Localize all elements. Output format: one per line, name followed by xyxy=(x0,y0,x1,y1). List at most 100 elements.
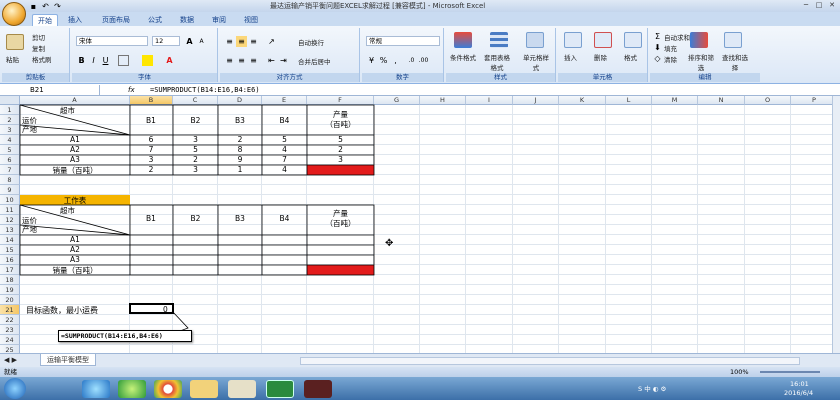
tab-insert[interactable]: 插入 xyxy=(64,14,86,26)
font-name-select[interactable]: 宋体 xyxy=(76,36,148,46)
shrink-font-icon[interactable]: A xyxy=(196,36,207,47)
office-button[interactable] xyxy=(2,2,26,26)
editing-group: Σ 自动求和 ⬇ 填充 ◇ 清除 排序和筛选 查找和选择 编辑 xyxy=(650,28,760,82)
borders-icon[interactable] xyxy=(118,55,129,66)
delete-cells-icon[interactable] xyxy=(594,32,612,48)
vertical-scrollbar[interactable] xyxy=(832,96,840,353)
align-top-icon[interactable]: ≡ xyxy=(224,36,235,47)
increase-indent-icon[interactable]: ⇥ xyxy=(278,55,289,66)
find-select-icon[interactable] xyxy=(724,32,742,48)
undo-icon[interactable]: ↶ xyxy=(40,1,51,12)
fill-color-icon[interactable] xyxy=(142,55,153,66)
explorer-taskbar-icon[interactable] xyxy=(228,380,256,398)
comma-icon[interactable]: , xyxy=(390,55,401,66)
minimize-button[interactable]: ─ xyxy=(800,1,812,10)
zoom-level[interactable]: 100% xyxy=(730,367,749,377)
find-select-button[interactable]: 查找和选择 xyxy=(720,52,750,72)
underline-button[interactable]: U xyxy=(100,55,111,66)
zoom-slider[interactable] xyxy=(760,371,820,373)
tab-page-layout[interactable]: 页面布局 xyxy=(96,14,136,26)
fill-icon[interactable]: ⬇ xyxy=(652,42,663,53)
align-bottom-icon[interactable]: ≡ xyxy=(248,36,259,47)
font-group: 宋体 12 A A B I U A 字体 xyxy=(72,28,218,82)
tab-data[interactable]: 数据 xyxy=(176,14,198,26)
styles-group: 条件格式 套用表格格式 单元格样式 样式 xyxy=(446,28,556,82)
delete-cells-button[interactable]: 删除 xyxy=(594,52,607,62)
insert-cells-icon[interactable] xyxy=(564,32,582,48)
status-ready: 就绪 xyxy=(4,368,17,376)
merge-center-button[interactable]: 合并后居中 xyxy=(298,56,331,66)
tab-home[interactable]: 开始 xyxy=(32,14,58,26)
cut-button[interactable]: 剪切 xyxy=(32,32,45,42)
recorder-taskbar-icon[interactable] xyxy=(304,380,332,398)
folder-taskbar-icon[interactable] xyxy=(190,380,218,398)
clock-date: 2016/6/4 xyxy=(784,389,814,397)
cell-styles-button[interactable]: 单元格样式 xyxy=(520,52,552,72)
save-icon[interactable]: ▪ xyxy=(28,1,39,12)
align-left-icon[interactable]: ≡ xyxy=(224,55,235,66)
table-format-icon[interactable] xyxy=(490,32,508,48)
paste-icon[interactable] xyxy=(6,34,24,50)
currency-icon[interactable]: ¥ xyxy=(366,55,377,66)
tab-view[interactable]: 视图 xyxy=(240,14,262,26)
close-button[interactable]: ✕ xyxy=(826,1,838,10)
conditional-format-button[interactable]: 条件格式 xyxy=(450,52,476,62)
clear-icon[interactable]: ◇ xyxy=(652,53,663,64)
fill-button[interactable]: 填充 xyxy=(664,43,677,53)
conditional-format-icon[interactable] xyxy=(454,32,472,48)
number-group: 常规 ¥ % , .0 .00 数字 xyxy=(362,28,444,82)
format-cells-button[interactable]: 格式 xyxy=(624,52,637,62)
insert-cells-button[interactable]: 插入 xyxy=(564,52,577,62)
formula-input[interactable]: =SUMPRODUCT(B14:E16,B4:E6) xyxy=(150,85,260,96)
paste-button[interactable]: 粘贴 xyxy=(6,54,19,64)
sheet-tab-transport-model[interactable]: 运输平衡模型 xyxy=(40,354,96,366)
font-size-select[interactable]: 12 xyxy=(152,36,180,46)
copy-button[interactable]: 复制 xyxy=(32,43,45,53)
font-color-icon[interactable]: A xyxy=(164,55,175,66)
cursor-icon: ✥ xyxy=(385,238,394,249)
autosum-button[interactable]: 自动求和 xyxy=(664,32,690,42)
start-button[interactable] xyxy=(4,378,26,399)
cells-group: 插入 删除 格式 单元格 xyxy=(558,28,648,82)
autosum-icon[interactable]: Σ xyxy=(652,31,663,42)
bold-button[interactable]: B xyxy=(76,55,87,66)
ie-taskbar-icon[interactable] xyxy=(82,380,110,398)
tab-formulas[interactable]: 公式 xyxy=(144,14,166,26)
percent-icon[interactable]: % xyxy=(378,55,389,66)
format-painter-button[interactable]: 格式刷 xyxy=(32,54,52,64)
decrease-decimal-icon[interactable]: .00 xyxy=(418,55,429,66)
italic-button[interactable]: I xyxy=(88,55,99,66)
browser-taskbar-icon[interactable] xyxy=(118,380,146,398)
number-format-select[interactable]: 常规 xyxy=(366,36,440,46)
chrome-taskbar-icon[interactable] xyxy=(154,380,182,398)
table-format-button[interactable]: 套用表格格式 xyxy=(482,52,512,72)
editing-group-label: 编辑 xyxy=(650,73,760,82)
tab-review[interactable]: 审阅 xyxy=(208,14,230,26)
increase-decimal-icon[interactable]: .0 xyxy=(406,55,417,66)
maximize-button[interactable]: □ xyxy=(813,1,825,10)
grow-font-icon[interactable]: A xyxy=(184,36,195,47)
align-right-icon[interactable]: ≡ xyxy=(248,55,259,66)
wrap-text-button[interactable]: 自动换行 xyxy=(298,37,324,47)
orientation-icon[interactable]: ↗ xyxy=(266,36,277,47)
worksheet-grid[interactable]: ABCDEFGHIJKLMNOP 1 2 3 4 5 6 7 8 9 10 11 12 13 14 15 16… xyxy=(0,96,832,353)
sort-filter-button[interactable]: 排序和筛选 xyxy=(686,52,716,72)
sheet-nav-icon[interactable]: ◀ ▶ xyxy=(4,356,17,364)
sort-filter-icon[interactable] xyxy=(690,32,708,48)
ribbon-tabs: 开始 插入 页面布局 公式 数据 审阅 视图 xyxy=(0,12,840,26)
format-cells-icon[interactable] xyxy=(624,32,642,48)
clear-button[interactable]: 清除 xyxy=(664,54,677,64)
decrease-indent-icon[interactable]: ⇤ xyxy=(266,55,277,66)
redo-icon[interactable]: ↷ xyxy=(52,1,63,12)
align-center-icon[interactable]: ≡ xyxy=(236,55,247,66)
quick-access-toolbar[interactable]: ▪ ↶ ↷ xyxy=(28,1,78,11)
taskbar: S 中 ◐ ⚙ 16:01 2016/6/4 xyxy=(0,377,840,400)
name-box[interactable]: B21 xyxy=(0,85,100,96)
excel-taskbar-icon[interactable] xyxy=(266,380,294,398)
tray-icons[interactable]: S 中 ◐ ⚙ xyxy=(638,383,666,393)
cell-styles-icon[interactable] xyxy=(526,32,544,48)
align-middle-icon[interactable]: ≡ xyxy=(236,36,247,47)
fx-icon[interactable]: fx xyxy=(128,85,135,96)
window-title: 最达运输产销平衡问题EXCEL求解过程 [兼容模式] - Microsoft E… xyxy=(270,2,486,10)
horizontal-scrollbar[interactable] xyxy=(300,357,800,365)
